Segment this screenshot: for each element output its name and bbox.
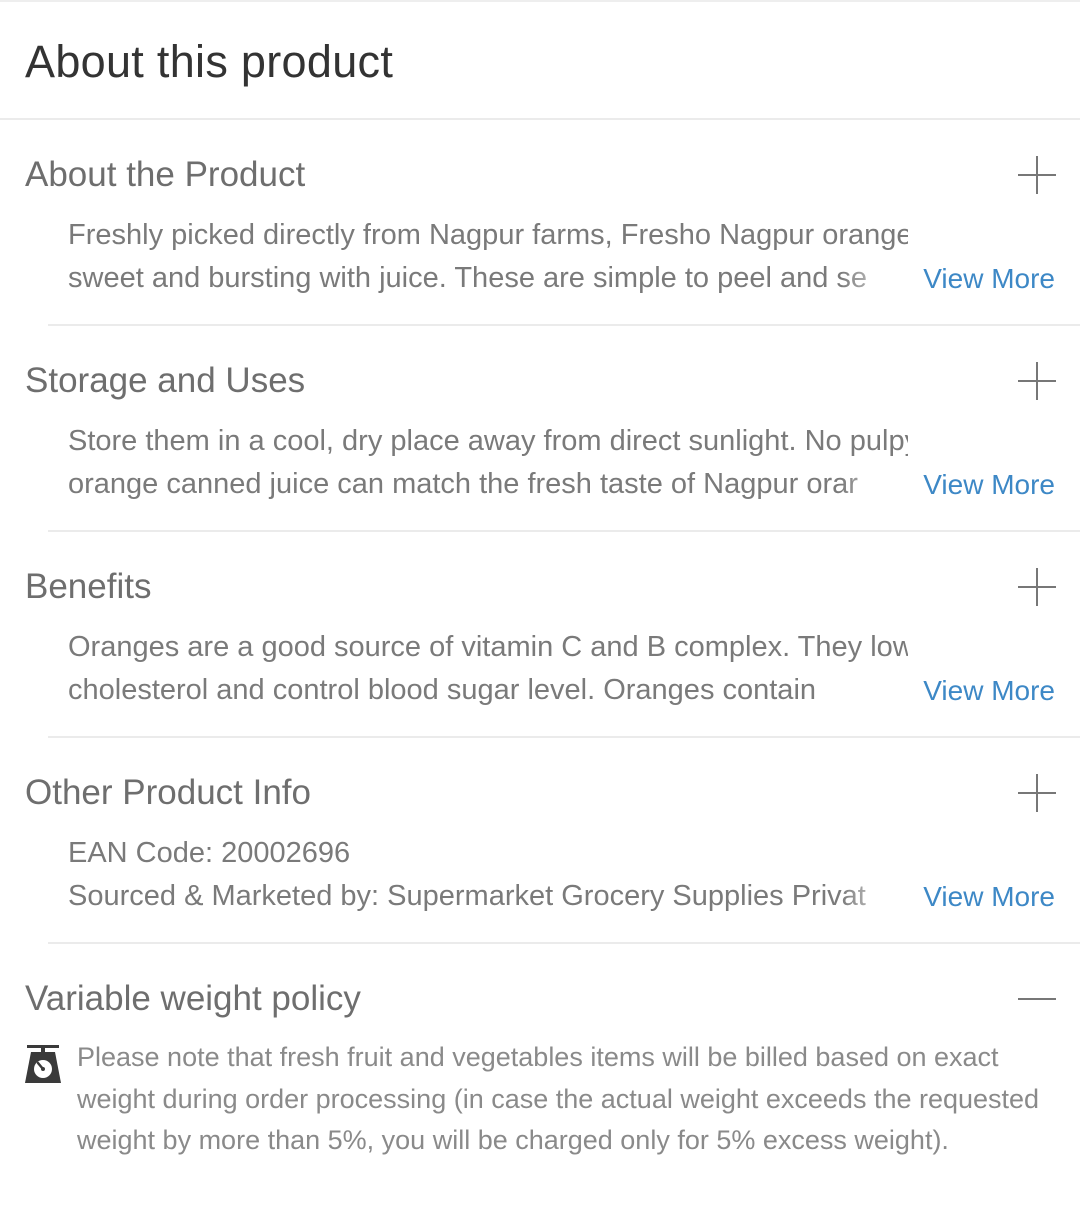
collapse-minus-icon[interactable] — [1018, 980, 1056, 1018]
section-description: Freshly picked directly from Nagpur farm… — [68, 214, 908, 300]
section-title[interactable]: About the Product — [25, 152, 305, 198]
view-more-link[interactable]: View More — [915, 257, 1055, 300]
section-title[interactable]: Other Product Info — [25, 770, 311, 816]
section-divider — [48, 736, 1080, 738]
title-divider — [0, 118, 1080, 120]
section-variable-weight-policy: Variable weight policy — [0, 976, 1080, 1036]
description-line: Freshly picked directly from Nagpur farm… — [68, 219, 908, 251]
section-benefits: Benefits Oranges are a good source of vi… — [0, 564, 1080, 724]
policy-description: Please note that fresh fruit and vegetab… — [77, 1042, 1040, 1155]
section-divider — [48, 324, 1080, 326]
section-title[interactable]: Benefits — [25, 564, 151, 610]
description-line: EAN Code: 20002696 — [68, 837, 351, 869]
expand-plus-icon[interactable] — [1018, 362, 1056, 400]
description-line: orange canned juice can match the fresh … — [68, 468, 858, 500]
expand-plus-icon[interactable] — [1018, 568, 1056, 606]
description-line: Oranges are a good source of vitamin C a… — [68, 631, 908, 663]
view-more-link[interactable]: View More — [915, 669, 1055, 712]
page-title: About this product — [25, 36, 394, 87]
section-description: EAN Code: 20002696 Sourced & Marketed by… — [68, 832, 908, 918]
section-divider — [48, 942, 1080, 944]
section-description: Oranges are a good source of vitamin C a… — [68, 626, 908, 712]
description-line: sweet and bursting with juice. These are… — [68, 262, 868, 294]
description-line: cholesterol and control blood sugar leve… — [68, 674, 817, 706]
section-title[interactable]: Variable weight policy — [25, 976, 361, 1022]
section-title[interactable]: Storage and Uses — [25, 358, 305, 404]
top-divider — [0, 0, 1080, 2]
view-more-link[interactable]: View More — [915, 463, 1055, 506]
expand-plus-icon[interactable] — [1018, 774, 1056, 812]
description-line: Store them in a cool, dry place away fro… — [68, 425, 908, 457]
weighing-scale-icon — [25, 1045, 61, 1083]
section-storage-uses: Storage and Uses Store them in a cool, d… — [0, 358, 1080, 518]
view-more-link[interactable]: View More — [915, 875, 1055, 918]
description-line: Sourced & Marketed by: Supermarket Groce… — [68, 880, 866, 912]
section-divider — [48, 530, 1080, 532]
section-about-product: About the Product Freshly picked directl… — [0, 152, 1080, 312]
expand-plus-icon[interactable] — [1018, 156, 1056, 194]
section-description: Store them in a cool, dry place away fro… — [68, 420, 908, 506]
section-other-info: Other Product Info EAN Code: 20002696 So… — [0, 770, 1080, 930]
